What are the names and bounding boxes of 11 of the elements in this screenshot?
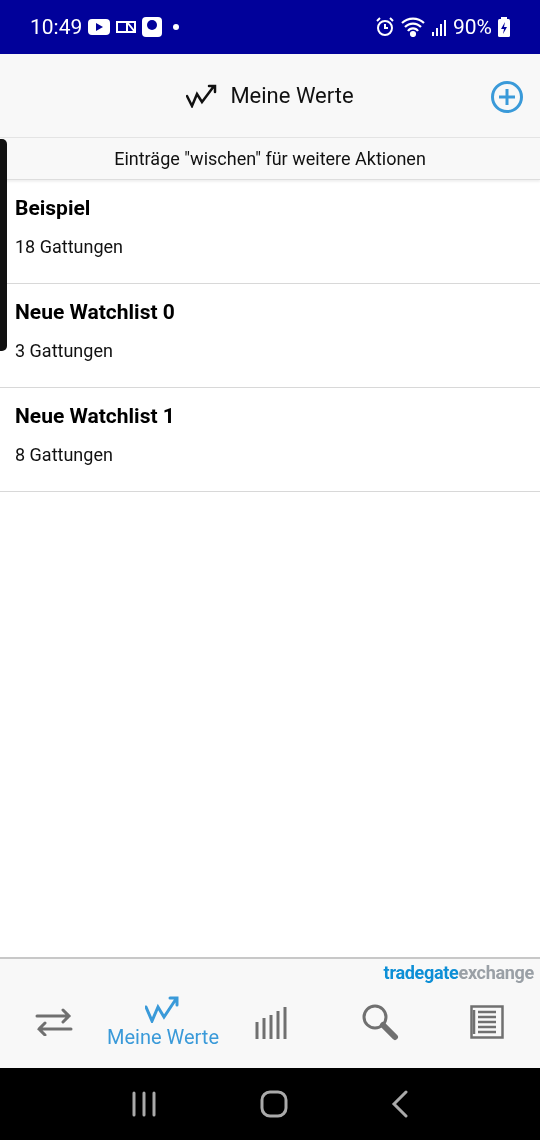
watchlist-name[interactable]: Neue Watchlist 0 (15, 300, 175, 324)
watchlist-count: 8 Gattungen (15, 444, 113, 465)
watchlist-name[interactable]: Neue Watchlist 1 (15, 404, 175, 428)
watchlist-count: 18 Gattungen (15, 236, 123, 257)
watchlist-count: 3 Gattungen (15, 340, 113, 361)
logo: tradegateexchange (383, 962, 534, 983)
battery-percent: 90% (453, 15, 492, 39)
clock: 10:49 (30, 15, 83, 39)
page-title: Meine Werte (230, 83, 354, 108)
watchlist-name[interactable]: Beispiel (15, 196, 91, 220)
swipe-hint: Einträge "wischen" für weitere Aktionen (114, 148, 426, 169)
